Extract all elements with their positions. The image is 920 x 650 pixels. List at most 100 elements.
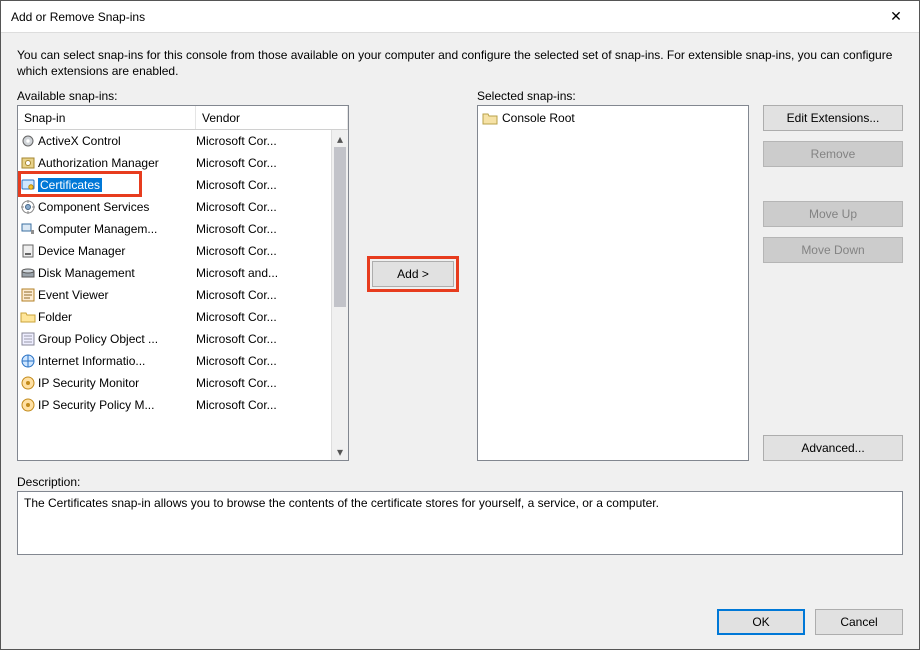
- available-item-vendor: Microsoft Cor...: [196, 376, 331, 390]
- available-item[interactable]: Event ViewerMicrosoft Cor...: [18, 284, 331, 306]
- dialog-footer: OK Cancel: [17, 595, 903, 635]
- available-item-vendor: Microsoft and...: [196, 266, 331, 280]
- available-item-name: Computer Managem...: [38, 222, 196, 236]
- available-item-name: ActiveX Control: [38, 134, 196, 148]
- comp-icon: [18, 199, 38, 215]
- section-labels-row: Available snap-ins: Selected snap-ins:: [17, 89, 903, 105]
- middle-column: Add >: [349, 105, 477, 461]
- titlebar: Add or Remove Snap-ins ✕: [1, 1, 919, 33]
- action-buttons: Edit Extensions... Remove Move Up Move D…: [749, 105, 903, 461]
- ok-button[interactable]: OK: [717, 609, 805, 635]
- available-item-vendor: Microsoft Cor...: [196, 134, 331, 148]
- available-body: ActiveX ControlMicrosoft Cor...Authoriza…: [18, 130, 348, 460]
- pc-icon: [18, 221, 38, 237]
- available-item[interactable]: Disk ManagementMicrosoft and...: [18, 262, 331, 284]
- add-button[interactable]: Add >: [372, 261, 454, 287]
- edit-extensions-label: Edit Extensions...: [787, 111, 880, 125]
- description-box: The Certificates snap-in allows you to b…: [17, 491, 903, 555]
- scroll-track[interactable]: [332, 147, 348, 443]
- available-item[interactable]: IP Security MonitorMicrosoft Cor...: [18, 372, 331, 394]
- dialog-add-remove-snapins: Add or Remove Snap-ins ✕ You can select …: [0, 0, 920, 650]
- disk-icon: [18, 265, 38, 281]
- cancel-label: Cancel: [840, 615, 877, 629]
- folder-icon: [482, 111, 498, 125]
- available-item-vendor: Microsoft Cor...: [196, 244, 331, 258]
- available-label: Available snap-ins:: [17, 89, 349, 105]
- intro-text: You can select snap-ins for this console…: [17, 47, 903, 79]
- dialog-body: You can select snap-ins for this console…: [1, 33, 919, 649]
- col-snapin[interactable]: Snap-in: [18, 106, 196, 129]
- available-item-name: IP Security Monitor: [38, 376, 196, 390]
- scroll-thumb[interactable]: [334, 147, 346, 307]
- event-icon: [18, 287, 38, 303]
- available-items: ActiveX ControlMicrosoft Cor...Authoriza…: [18, 130, 331, 460]
- available-item[interactable]: FolderMicrosoft Cor...: [18, 306, 331, 328]
- available-header: Snap-in Vendor: [18, 106, 348, 130]
- col-vendor[interactable]: Vendor: [196, 106, 348, 129]
- available-item[interactable]: ActiveX ControlMicrosoft Cor...: [18, 130, 331, 152]
- gpo-icon: [18, 331, 38, 347]
- move-down-label: Move Down: [801, 243, 864, 257]
- available-item[interactable]: Authorization ManagerMicrosoft Cor...: [18, 152, 331, 174]
- selected-label: Selected snap-ins:: [477, 89, 576, 105]
- ipmon-icon: [18, 375, 38, 391]
- advanced-label: Advanced...: [801, 441, 864, 455]
- available-item[interactable]: Device ManagerMicrosoft Cor...: [18, 240, 331, 262]
- ok-label: OK: [752, 615, 769, 629]
- available-listbox[interactable]: Snap-in Vendor ActiveX ControlMicrosoft …: [17, 105, 349, 461]
- selected-root-item[interactable]: Console Root: [480, 108, 746, 128]
- advanced-button[interactable]: Advanced...: [763, 435, 903, 461]
- edit-extensions-button[interactable]: Edit Extensions...: [763, 105, 903, 131]
- selected-root-label: Console Root: [502, 111, 575, 125]
- available-item-name: Event Viewer: [38, 288, 196, 302]
- move-down-button[interactable]: Move Down: [763, 237, 903, 263]
- window-title: Add or Remove Snap-ins: [11, 10, 873, 24]
- scroll-up-button[interactable]: ▴: [332, 130, 348, 147]
- available-item-vendor: Microsoft Cor...: [196, 354, 331, 368]
- available-item-vendor: Microsoft Cor...: [196, 222, 331, 236]
- close-icon: ✕: [890, 8, 902, 25]
- available-item-vendor: Microsoft Cor...: [196, 288, 331, 302]
- available-item-name: Certificates: [38, 178, 196, 192]
- add-button-wrap: Add >: [372, 261, 454, 287]
- available-item-vendor: Microsoft Cor...: [196, 332, 331, 346]
- available-item-name: Folder: [38, 310, 196, 324]
- available-item-name: Group Policy Object ...: [38, 332, 196, 346]
- chevron-up-icon: ▴: [337, 132, 343, 146]
- iis-icon: [18, 353, 38, 369]
- available-item-vendor: Microsoft Cor...: [196, 178, 331, 192]
- close-button[interactable]: ✕: [873, 1, 919, 33]
- available-item-vendor: Microsoft Cor...: [196, 398, 331, 412]
- available-item-name: Authorization Manager: [38, 156, 196, 170]
- available-item-vendor: Microsoft Cor...: [196, 156, 331, 170]
- available-item-name: IP Security Policy M...: [38, 398, 196, 412]
- available-item[interactable]: Component ServicesMicrosoft Cor...: [18, 196, 331, 218]
- authz-icon: [18, 155, 38, 171]
- cert-icon: [18, 177, 38, 193]
- available-item-name: Disk Management: [38, 266, 196, 280]
- right-column: Console Root Edit Extensions... Remove M…: [477, 105, 903, 461]
- cancel-button[interactable]: Cancel: [815, 609, 903, 635]
- ippol-icon: [18, 397, 38, 413]
- gear-icon: [18, 133, 38, 149]
- main-row: Snap-in Vendor ActiveX ControlMicrosoft …: [17, 105, 903, 461]
- available-item[interactable]: Internet Informatio...Microsoft Cor...: [18, 350, 331, 372]
- move-up-button[interactable]: Move Up: [763, 201, 903, 227]
- device-icon: [18, 243, 38, 259]
- available-item-vendor: Microsoft Cor...: [196, 200, 331, 214]
- available-item-name: Internet Informatio...: [38, 354, 196, 368]
- description-label: Description:: [17, 475, 903, 489]
- move-up-label: Move Up: [809, 207, 857, 221]
- available-item[interactable]: Group Policy Object ...Microsoft Cor...: [18, 328, 331, 350]
- available-item-vendor: Microsoft Cor...: [196, 310, 331, 324]
- scroll-down-button[interactable]: ▾: [332, 443, 348, 460]
- available-item[interactable]: IP Security Policy M...Microsoft Cor...: [18, 394, 331, 416]
- add-button-label: Add >: [397, 267, 429, 281]
- remove-button[interactable]: Remove: [763, 141, 903, 167]
- available-item[interactable]: CertificatesMicrosoft Cor...: [18, 174, 331, 196]
- available-item-name: Device Manager: [38, 244, 196, 258]
- available-scrollbar[interactable]: ▴ ▾: [331, 130, 348, 460]
- selected-listbox[interactable]: Console Root: [477, 105, 749, 461]
- available-item[interactable]: Computer Managem...Microsoft Cor...: [18, 218, 331, 240]
- available-item-name: Component Services: [38, 200, 196, 214]
